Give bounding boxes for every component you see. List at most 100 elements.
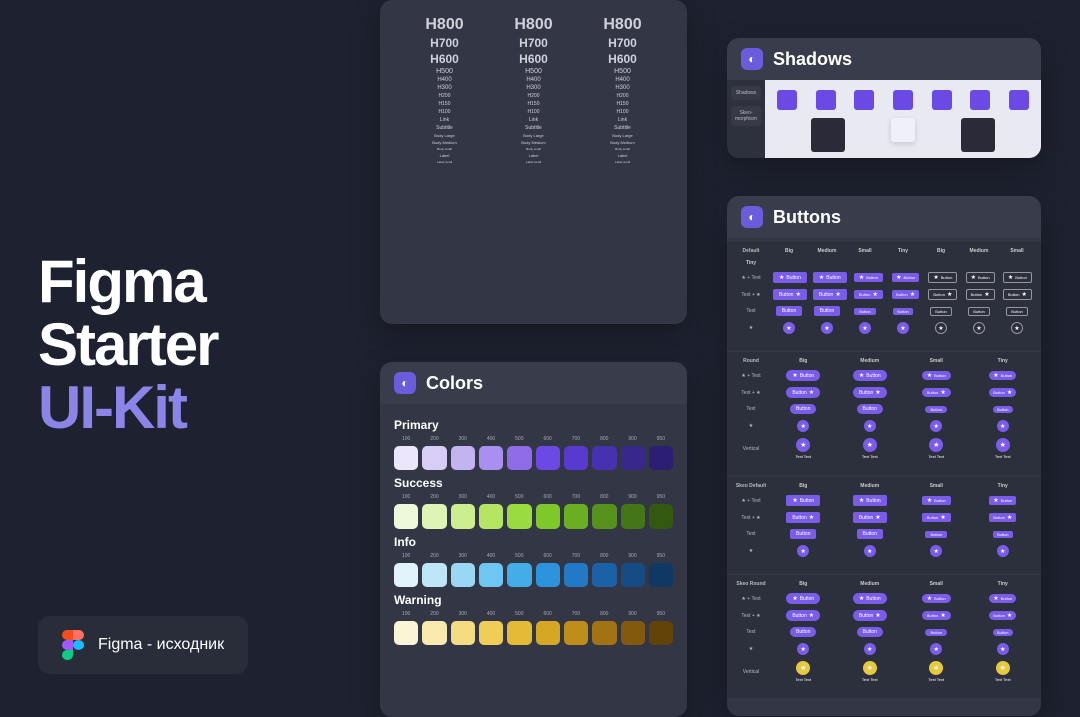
icon-button[interactable]: ★	[821, 322, 833, 334]
ui-button[interactable]: Button★	[786, 512, 820, 523]
ui-button[interactable]: ★Button	[928, 272, 957, 283]
ui-button[interactable]: ★Button	[786, 593, 820, 604]
ui-button[interactable]: ★Button	[854, 273, 883, 282]
shadows-tab[interactable]: Skeo-morphism	[731, 106, 761, 126]
color-swatch[interactable]	[649, 563, 673, 587]
ui-button[interactable]: Button	[925, 406, 947, 413]
ui-button[interactable]: Button★	[773, 289, 807, 300]
color-swatch[interactable]	[564, 446, 588, 470]
color-swatch[interactable]	[536, 504, 560, 528]
vertical-button[interactable]: ★	[796, 438, 810, 452]
color-swatch[interactable]	[451, 446, 475, 470]
vertical-button[interactable]: ★	[929, 438, 943, 452]
icon-button[interactable]: ★	[997, 545, 1009, 557]
ui-button[interactable]: Button	[854, 308, 876, 315]
icon-button[interactable]: ★	[797, 420, 809, 432]
vertical-button[interactable]: ★	[863, 661, 877, 675]
vertical-button[interactable]: ★	[929, 661, 943, 675]
color-swatch[interactable]	[507, 563, 531, 587]
ui-button[interactable]: ★Button	[922, 496, 951, 505]
ui-button[interactable]: ★Button	[892, 273, 919, 282]
color-swatch[interactable]	[592, 621, 616, 645]
color-swatch[interactable]	[649, 446, 673, 470]
ui-button[interactable]: Button	[925, 629, 947, 636]
ui-button[interactable]: Button	[790, 404, 816, 414]
icon-button[interactable]: ★	[997, 643, 1009, 655]
color-swatch[interactable]	[621, 504, 645, 528]
ui-button[interactable]: ★Button	[786, 370, 820, 381]
shadows-tab[interactable]: Shadows	[731, 86, 761, 100]
color-swatch[interactable]	[394, 446, 418, 470]
color-swatch[interactable]	[592, 446, 616, 470]
ui-button[interactable]: ★Button	[853, 593, 887, 604]
ui-button[interactable]: Button	[857, 627, 883, 637]
icon-button[interactable]: ★	[864, 420, 876, 432]
ui-button[interactable]: Button★	[786, 610, 820, 621]
ui-button[interactable]: ★Button	[813, 272, 847, 283]
ui-button[interactable]: Button	[968, 307, 990, 316]
ui-button[interactable]: Button	[993, 531, 1013, 538]
ui-button[interactable]: Button	[893, 308, 913, 315]
icon-button[interactable]: ★	[935, 322, 947, 334]
ui-button[interactable]: ★Button	[989, 371, 1016, 380]
vertical-button[interactable]: ★	[796, 661, 810, 675]
ui-button[interactable]: Button★	[989, 388, 1016, 397]
color-swatch[interactable]	[621, 621, 645, 645]
color-swatch[interactable]	[451, 504, 475, 528]
ui-button[interactable]: Button★	[989, 513, 1016, 522]
color-swatch[interactable]	[479, 446, 503, 470]
vertical-button[interactable]: ★	[996, 438, 1010, 452]
ui-button[interactable]: Button★	[922, 388, 951, 397]
color-swatch[interactable]	[536, 621, 560, 645]
ui-button[interactable]: ★Button	[922, 371, 951, 380]
ui-button[interactable]: Button★	[966, 289, 995, 300]
color-swatch[interactable]	[536, 563, 560, 587]
color-swatch[interactable]	[621, 446, 645, 470]
color-swatch[interactable]	[536, 446, 560, 470]
color-swatch[interactable]	[564, 504, 588, 528]
ui-button[interactable]: Button★	[892, 290, 919, 299]
ui-button[interactable]: ★Button	[989, 594, 1016, 603]
ui-button[interactable]: ★Button	[773, 272, 807, 283]
ui-button[interactable]: ★Button	[966, 272, 995, 283]
icon-button[interactable]: ★	[997, 420, 1009, 432]
color-swatch[interactable]	[621, 563, 645, 587]
ui-button[interactable]: Button★	[786, 387, 820, 398]
color-swatch[interactable]	[451, 621, 475, 645]
ui-button[interactable]: ★Button	[786, 495, 820, 506]
ui-button[interactable]: Button	[930, 307, 952, 316]
ui-button[interactable]: Button★	[853, 610, 887, 621]
ui-button[interactable]: Button★	[922, 513, 951, 522]
icon-button[interactable]: ★	[859, 322, 871, 334]
color-swatch[interactable]	[507, 446, 531, 470]
color-swatch[interactable]	[507, 504, 531, 528]
color-swatch[interactable]	[394, 563, 418, 587]
icon-button[interactable]: ★	[797, 545, 809, 557]
ui-button[interactable]: Button	[857, 529, 883, 539]
icon-button[interactable]: ★	[973, 322, 985, 334]
color-swatch[interactable]	[592, 504, 616, 528]
color-swatch[interactable]	[649, 621, 673, 645]
ui-button[interactable]: Button	[925, 531, 947, 538]
ui-button[interactable]: Button★	[853, 387, 887, 398]
ui-button[interactable]: Button	[1006, 307, 1028, 316]
icon-button[interactable]: ★	[783, 322, 795, 334]
ui-button[interactable]: Button★	[813, 289, 847, 300]
color-swatch[interactable]	[479, 504, 503, 528]
figma-source-button[interactable]: Figma - исходник	[38, 616, 248, 674]
ui-button[interactable]: Button	[857, 404, 883, 414]
ui-button[interactable]: Button★	[989, 611, 1016, 620]
color-swatch[interactable]	[394, 504, 418, 528]
color-swatch[interactable]	[422, 446, 446, 470]
ui-button[interactable]: Button	[790, 529, 816, 539]
icon-button[interactable]: ★	[864, 643, 876, 655]
ui-button[interactable]: ★Button	[853, 495, 887, 506]
color-swatch[interactable]	[451, 563, 475, 587]
ui-button[interactable]: Button★	[922, 611, 951, 620]
color-swatch[interactable]	[479, 563, 503, 587]
vertical-button[interactable]: ★	[996, 661, 1010, 675]
ui-button[interactable]: ★Button	[853, 370, 887, 381]
icon-button[interactable]: ★	[930, 643, 942, 655]
ui-button[interactable]: Button	[776, 306, 802, 316]
ui-button[interactable]: Button★	[928, 289, 957, 300]
